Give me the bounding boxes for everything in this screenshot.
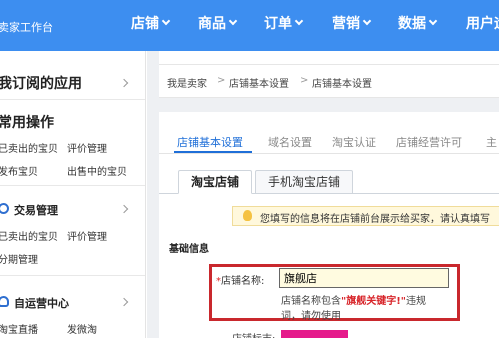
active-tab-indicator [174, 151, 252, 153]
subtab-mobile-taobao-store[interactable]: 手机淘宝店铺 [255, 170, 354, 194]
tab-taobao-certification[interactable]: 淘宝认证 [332, 134, 376, 150]
nav-item-label: 数据 [398, 16, 426, 32]
lightbulb-icon [243, 210, 252, 221]
chevron-right-icon[interactable] [119, 297, 129, 307]
chevron-down-icon [228, 16, 238, 26]
validation-hint-line2: 词，请勿使用 [281, 311, 341, 322]
sidebar-link-publish-item[interactable]: 发布宝贝 [0, 163, 38, 178]
sidebar-link-live[interactable]: 淘宝直播 [0, 321, 38, 336]
store-logo-image[interactable] [281, 330, 348, 338]
nav-item-marketing[interactable]: 营销 [332, 13, 372, 33]
sidebar-self-op-center[interactable]: 自运营中心 [14, 295, 69, 311]
sidebar-link-items-on-sale[interactable]: 出售中的宝贝 [67, 163, 127, 178]
tab-more[interactable]: 主 [486, 134, 497, 150]
breadcrumb-item[interactable]: 我是卖家 [167, 75, 207, 90]
tab-domain-settings[interactable]: 域名设置 [268, 134, 312, 150]
chevron-right-icon[interactable] [119, 78, 129, 88]
chevron-down-icon [428, 16, 438, 26]
sidebar-link-installments[interactable]: 分期管理 [0, 251, 38, 266]
hint-prefix: 店铺名称包含 [281, 296, 341, 307]
tab-store-basic-settings[interactable]: 店铺基本设置 [177, 134, 243, 150]
breadcrumb: 我是卖家 > 店铺基本设置 > 店铺基本设置 [159, 64, 499, 98]
sidebar-link-reviews[interactable]: 评价管理 [67, 228, 107, 243]
nav-item-label: 商品 [198, 16, 226, 32]
notice-text: 您填写的信息将在店铺前台展示给买家，请认真填写 [260, 214, 490, 225]
hint-suffix: 违规 [405, 296, 426, 307]
content-gap [159, 98, 499, 112]
divider [0, 185, 145, 186]
content-gutter [147, 51, 159, 338]
chevron-down-icon [294, 16, 304, 26]
chevron-down-icon [362, 16, 372, 26]
sidebar-link-weitao[interactable]: 发微淘 [67, 321, 97, 336]
nav-item-data[interactable]: 数据 [398, 13, 438, 33]
tab-business-license[interactable]: 店铺经营许可 [396, 134, 462, 150]
breadcrumb-separator: > [217, 75, 226, 86]
nav-item-store[interactable]: 店铺 [131, 13, 171, 33]
top-nav-bar: 卖家工作台 店铺 商品 订单 营销 数据 用户运 [0, 0, 499, 51]
store-logo-label: 店铺标志: [232, 330, 275, 338]
chevron-down-icon [161, 16, 171, 26]
chevron-right-icon[interactable] [119, 204, 129, 214]
subtab-taobao-store[interactable]: 淘宝店铺 [178, 170, 253, 194]
nav-item-orders[interactable]: 订单 [264, 13, 304, 33]
divider [0, 99, 145, 100]
tab-rule [159, 153, 499, 154]
validation-hint: 店铺名称包含"旗舰关键字!"违规 [281, 292, 426, 307]
trade-icon [0, 203, 9, 214]
store-name-label-text: 店铺名称: [221, 276, 265, 287]
sidebar-trade-mgmt[interactable]: 交易管理 [14, 202, 58, 218]
info-notice: 您填写的信息将在店铺前台展示给买家，请认真填写 [232, 206, 499, 226]
sidebar: 我订阅的应用 常用操作 已卖出的宝贝 评价管理 发布宝贝 出售中的宝贝 交易管理… [0, 51, 146, 338]
divider [0, 275, 145, 276]
section-title-basic-info: 基础信息 [169, 244, 209, 255]
breadcrumb-item: 店铺基本设置 [312, 79, 372, 90]
breadcrumb-separator: > [300, 75, 309, 86]
nav-item-products[interactable]: 商品 [198, 13, 238, 33]
breadcrumb-item[interactable]: 店铺基本设置 [229, 75, 289, 90]
brand-title: 卖家工作台 [0, 21, 53, 34]
store-name-input[interactable] [279, 268, 449, 288]
sidebar-common-ops: 常用操作 [0, 115, 54, 131]
store-name-label: *店铺名称: [216, 272, 264, 287]
nav-item-label: 营销 [332, 16, 360, 32]
nav-item-users[interactable]: 用户运 [466, 13, 499, 33]
nav-item-label: 店铺 [131, 16, 159, 32]
sidebar-subscribed-apps[interactable]: 我订阅的应用 [0, 73, 82, 93]
nav-item-label: 用户运 [466, 16, 499, 32]
users-icon [0, 296, 9, 307]
sidebar-link-sold-items[interactable]: 已卖出的宝贝 [0, 140, 58, 155]
nav-item-label: 订单 [264, 16, 292, 32]
hint-keyword: "旗舰关键字!" [341, 296, 406, 307]
sidebar-link-reviews[interactable]: 评价管理 [67, 140, 107, 155]
sidebar-link-sold-items[interactable]: 已卖出的宝贝 [0, 228, 58, 243]
app-root: 卖家工作台 店铺 商品 订单 营销 数据 用户运 我订阅的应用 常用操作 已卖出… [0, 0, 499, 338]
